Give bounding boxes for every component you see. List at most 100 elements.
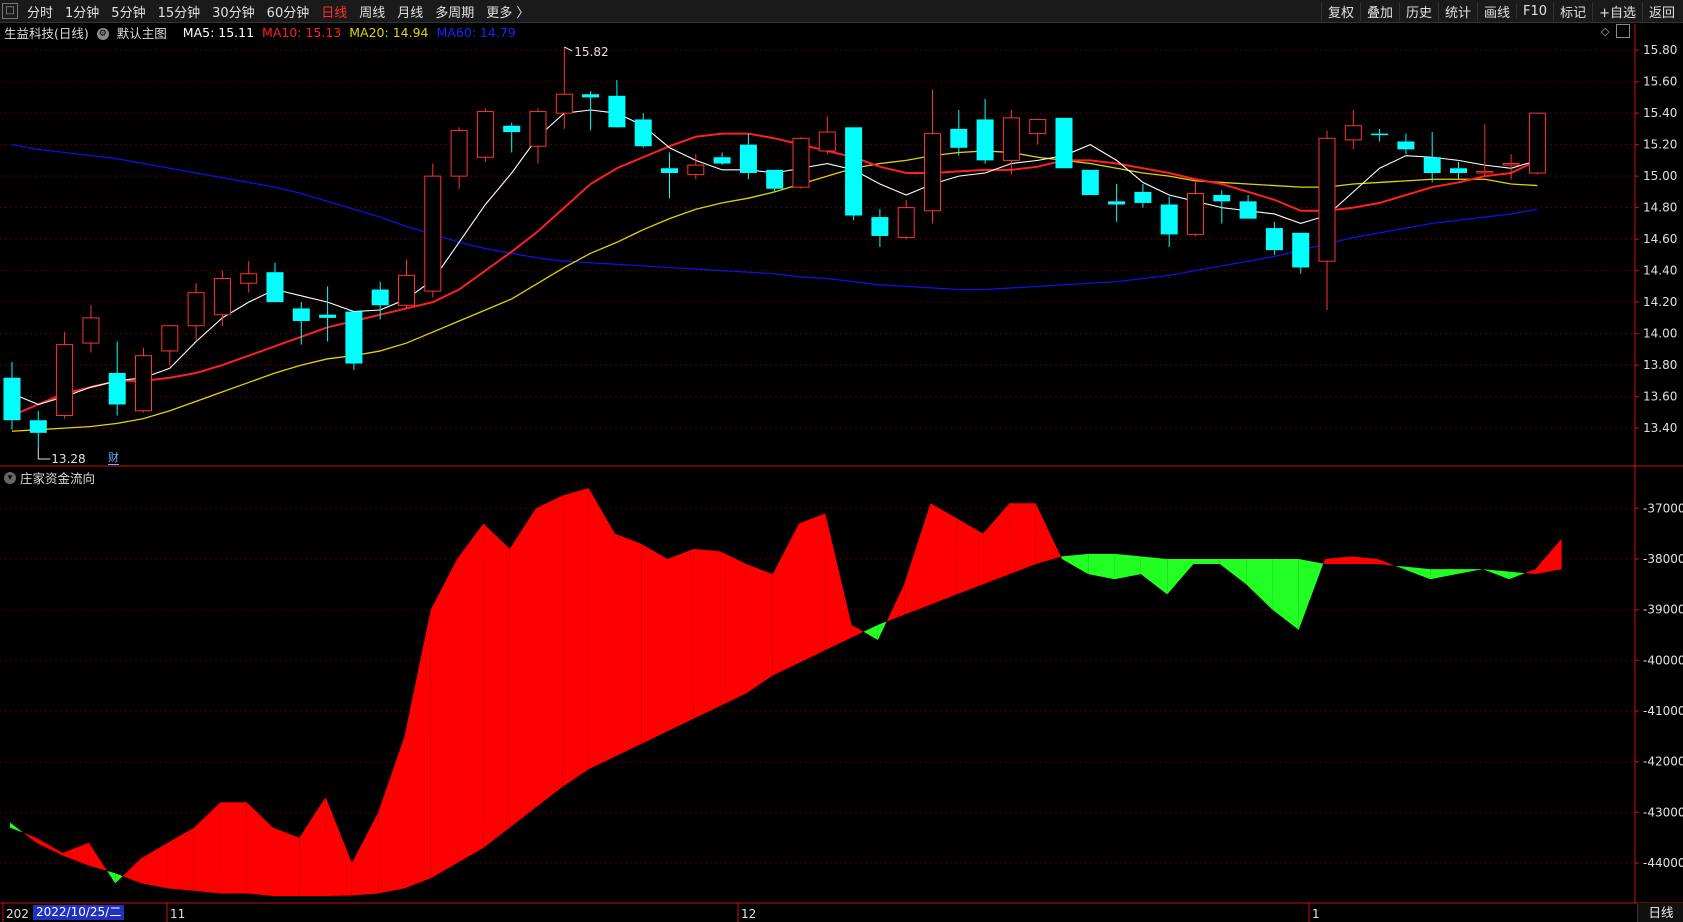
- flow-tick-label: -40000: [1643, 653, 1683, 667]
- flow-area-red: [194, 802, 221, 894]
- candle-body: [371, 289, 389, 306]
- candle-body: [818, 131, 836, 152]
- price-tick-label: 14.00: [1643, 327, 1677, 341]
- candle-body: [1002, 117, 1020, 161]
- candle: [424, 163, 442, 298]
- candle: [161, 325, 179, 366]
- finance-badge[interactable]: 财: [108, 451, 119, 465]
- candle: [345, 311, 363, 370]
- flow-area-green: [115, 873, 123, 884]
- flow-area-green: [1193, 558, 1220, 565]
- candle-body: [29, 420, 47, 433]
- flow-area-green: [1272, 558, 1299, 630]
- candle-body: [3, 377, 21, 421]
- flow-area-red: [404, 609, 431, 889]
- candle: [1213, 190, 1231, 224]
- flow-area-red: [457, 523, 484, 864]
- flow-area-green: [1403, 566, 1431, 580]
- flow-area-red: [799, 513, 826, 663]
- flow-area-red: [693, 548, 721, 719]
- ma60-line: [11, 143, 1538, 291]
- flow-area-red: [614, 533, 642, 757]
- candle-body: [82, 317, 100, 344]
- flow-area-red: [167, 827, 195, 891]
- candle: [1002, 109, 1020, 175]
- candle: [1344, 109, 1362, 150]
- candle-body: [1397, 141, 1415, 150]
- flow-area-red: [588, 488, 615, 770]
- candle: [608, 80, 626, 128]
- flow-area-green: [1430, 569, 1457, 580]
- candle: [976, 98, 994, 164]
- flow-area-red: [641, 543, 668, 744]
- flow-area-red: [667, 548, 694, 732]
- candle-body: [897, 207, 915, 239]
- flow-area-red: [983, 503, 1010, 585]
- candle: [1397, 133, 1415, 155]
- candle: [3, 361, 21, 430]
- flow-area-green: [1062, 553, 1089, 575]
- candle-body: [608, 95, 626, 128]
- candle: [739, 133, 757, 180]
- period-mode-label[interactable]: 日线: [1637, 903, 1683, 922]
- candle-body: [687, 164, 705, 176]
- flow-area-red: [325, 797, 352, 896]
- candle-body: [582, 94, 600, 98]
- flow-tick-label: -39000: [1643, 603, 1683, 617]
- price-tick-label: 14.40: [1643, 264, 1677, 278]
- flow-area-red: [246, 802, 273, 896]
- candle-body: [187, 292, 205, 327]
- flow-area-green: [863, 624, 878, 641]
- indicator-title: 庄家资金流向: [20, 471, 96, 486]
- indicator-settings-icon[interactable]: ▾: [4, 471, 16, 484]
- x-tick-label: 12: [741, 907, 756, 921]
- price-tick-label: 14.60: [1643, 232, 1677, 246]
- candle: [845, 127, 863, 221]
- flow-area-red: [1323, 558, 1325, 565]
- kline-chart[interactable]: 15.80 15.60 15.40 15.20 15.00 14.80 14.60 14.40…: [0, 0, 1683, 922]
- candle: [713, 152, 731, 166]
- candle-body: [319, 314, 337, 318]
- flow-area-red: [1009, 503, 1036, 575]
- candle: [1081, 169, 1099, 196]
- candle-body: [1502, 163, 1520, 166]
- flow-tick-label: -42000: [1643, 755, 1683, 769]
- candle: [135, 347, 152, 413]
- candle-body: [1450, 168, 1467, 173]
- candle: [818, 116, 836, 155]
- candle-body: [135, 355, 152, 412]
- candle-body: [871, 217, 889, 236]
- flow-area-red: [23, 832, 37, 843]
- flow-area-red: [746, 564, 773, 694]
- candle-body: [1292, 232, 1310, 268]
- flow-area-red: [1377, 558, 1396, 566]
- candle: [1528, 112, 1546, 175]
- x-tick-label: 11: [170, 907, 185, 921]
- flow-area-red: [904, 503, 931, 615]
- candle-body: [739, 144, 757, 173]
- price-tick-label: 14.20: [1643, 295, 1677, 309]
- candle-body: [1187, 192, 1204, 235]
- candle: [1318, 130, 1336, 310]
- flow-area-green: [10, 822, 24, 833]
- flow-area-red: [122, 857, 142, 884]
- candle: [950, 109, 968, 156]
- flow-area-red: [509, 508, 536, 828]
- flow-area-red: [88, 842, 108, 871]
- candle: [56, 332, 74, 419]
- flow-area-red: [36, 837, 63, 856]
- candle: [634, 113, 652, 148]
- candle: [1134, 184, 1152, 208]
- candle-body: [555, 93, 573, 114]
- indicator-title-bar: ▾ 庄家资金流向: [4, 468, 95, 487]
- flow-area-green: [1395, 565, 1404, 570]
- flow-area-red: [378, 736, 405, 894]
- flow-area-red: [273, 827, 300, 896]
- candle-body: [529, 111, 547, 147]
- candle: [1055, 117, 1073, 169]
- candle-body: [1371, 133, 1389, 136]
- candle-body: [1318, 137, 1336, 262]
- candle-body: [976, 119, 994, 161]
- price-tick-label: 15.80: [1643, 43, 1677, 57]
- candle-body: [1528, 112, 1546, 174]
